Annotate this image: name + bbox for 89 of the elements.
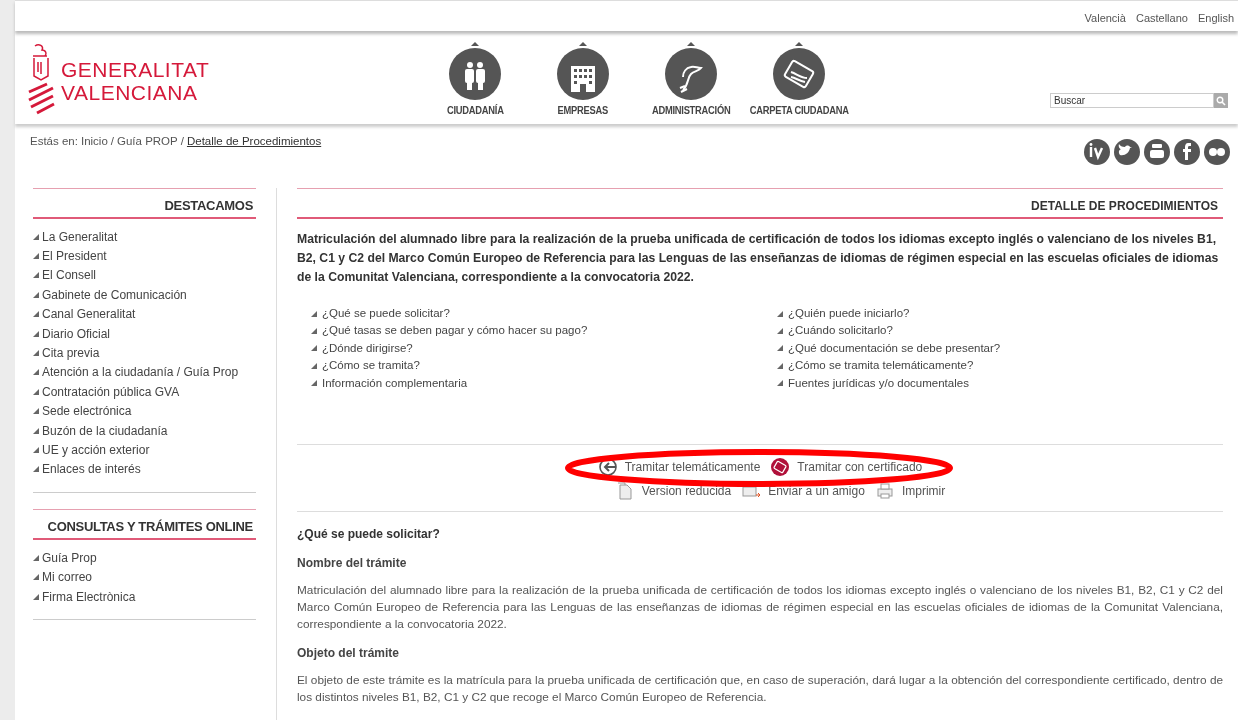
procedure-link[interactable]: ¿Qué tasas se deben pagar y cómo hacer su pago? xyxy=(322,322,588,340)
triangle-icon xyxy=(311,345,317,352)
procedure-link[interactable]: ¿Cómo se tramita? xyxy=(322,357,420,375)
procedure-link[interactable]: ¿Cuándo solicitarlo? xyxy=(788,322,893,340)
procedure-link[interactable]: ¿Qué documentación se debe presentar? xyxy=(788,339,1001,358)
triangle-icon xyxy=(33,291,39,298)
triangle-icon xyxy=(777,362,783,369)
nav-link[interactable]: ADMINISTRACIÓN xyxy=(641,40,741,119)
triangle-icon xyxy=(33,427,39,434)
subheading: Nombre del trámite xyxy=(297,554,408,572)
triangle-icon xyxy=(33,593,39,600)
triangle-icon xyxy=(33,466,39,473)
action-link[interactable]: Tramitar con certificado xyxy=(797,457,923,476)
breadcrumb-link[interactable]: Guía PROP xyxy=(117,133,178,149)
section-heading: DESTACAMOS xyxy=(33,188,256,219)
triangle-icon xyxy=(777,380,783,387)
sidebar-link[interactable]: La Generalitat xyxy=(42,227,118,246)
triangle-icon xyxy=(33,330,39,337)
procedure-link[interactable]: Información complementaria xyxy=(322,374,468,392)
print-icon xyxy=(874,480,895,501)
triangle-icon xyxy=(311,362,317,369)
section-heading: CONSULTAS Y TRÁMITES ONLINE xyxy=(33,509,256,541)
triangle-icon xyxy=(777,345,783,352)
section-icon xyxy=(557,40,609,100)
breadcrumb-separator: / xyxy=(110,134,114,149)
triangle-icon xyxy=(33,369,39,376)
action-link[interactable]: Imprimir xyxy=(901,481,946,500)
sidebar-link[interactable]: Diario Oficial xyxy=(42,324,110,343)
breadcrumb-label: Estás en: xyxy=(30,134,78,149)
triangle-icon xyxy=(33,233,39,240)
sidebar-link[interactable]: El President xyxy=(42,247,107,266)
logo-text: VALENCIANA xyxy=(61,81,199,104)
question-heading: ¿Qué se puede solicitar? xyxy=(297,525,441,543)
section-icon xyxy=(449,40,501,100)
section-icon xyxy=(665,40,717,100)
sidebar-link[interactable]: Sede electrónica xyxy=(42,402,132,421)
paragraph: Matriculación del alumnado libre para la realización de la prueba unificada de certificación de todos los idiomas excepto inglés o valenciano de los niveles B1, B2, C1 y C2 del Marco Común Europeo de Referencia para las Lenguas de las enseñanzas de idiomas de régimen especial en las escuelas oficiales de idiomas de la Comunitat Valenciana, correspondiente a la convocatoria 2022. xyxy=(297,581,1223,633)
sidebar-link[interactable]: Firma Electrònica xyxy=(42,587,136,606)
crest-icon xyxy=(27,42,55,116)
triangle-icon xyxy=(777,310,783,317)
logo-text: GENERALITAT xyxy=(61,58,210,81)
procedure-link[interactable]: ¿Qué se puede solicitar? xyxy=(322,305,450,323)
triangle-icon xyxy=(33,554,39,561)
triangle-icon xyxy=(33,272,39,279)
breadcrumb-link[interactable]: Detalle de Procedimientos xyxy=(186,133,322,149)
procedure-link[interactable]: ¿Quién puede iniciarlo? xyxy=(788,305,910,323)
nav-link[interactable]: CARPETA CIUDADANA xyxy=(749,40,849,119)
triangle-icon xyxy=(33,350,39,357)
triangle-icon xyxy=(33,447,39,453)
triangle-icon xyxy=(33,253,39,260)
triangle-icon xyxy=(777,328,783,335)
triangle-icon xyxy=(33,574,39,581)
sidebar-link[interactable]: Contratación pública GVA xyxy=(42,382,180,401)
nav-link[interactable]: CIUDADANÍA xyxy=(425,40,525,119)
subheading: Objeto del trámite xyxy=(297,644,401,662)
action-link[interactable]: Version reducida xyxy=(641,481,732,500)
nav-link[interactable]: EMPRESAS xyxy=(533,40,633,119)
certificate-icon xyxy=(770,456,791,477)
language-link[interactable]: English xyxy=(1197,9,1234,27)
language-link[interactable]: Castellano xyxy=(1135,9,1188,27)
procedure-link[interactable]: Fuentes jurídicas y/o documentales xyxy=(788,374,969,392)
sidebar-link[interactable]: UE y acción exterior xyxy=(42,441,150,459)
procedure-title: Matriculación del alumnado libre para la realización de la prueba unificada de certificación de todos los idiomas excepto inglés o valenciano de los niveles B1, B2, C1 y C2 del Marco Común Europeo de Referencia para las Lenguas de las enseñanzas de idiomas de régimen especial en las escuelas oficiales de idiomas de la Comunitat Valenciana, correspondiente a la convocatoria 2022. xyxy=(297,231,1220,286)
sidebar-link[interactable]: Canal Generalitat xyxy=(42,305,136,324)
language-link[interactable]: Valencià xyxy=(1084,9,1126,27)
paragraph: El objeto de este trámite es la matrícula para la prueba unificada de certificación que, en caso de superación, dará lugar a la obtención del correspondiente certificado, dentro de los distintos niveles B1, B2, C1 y C2 que recoge el Marco Común Europeo de Referencia. xyxy=(297,671,1223,706)
breadcrumb-link[interactable]: Inicio xyxy=(80,133,108,149)
sidebar-link[interactable]: Cita previa xyxy=(42,344,100,363)
breadcrumb-separator: / xyxy=(180,134,184,149)
sidebar-link[interactable]: Mi correo xyxy=(42,568,92,587)
triangle-icon xyxy=(33,388,39,395)
action-link[interactable]: Tramitar telemáticamente xyxy=(624,457,761,476)
action-link[interactable]: Enviar a un amigo xyxy=(768,481,865,500)
search-field[interactable]: Buscar xyxy=(1050,93,1214,108)
triangle-icon xyxy=(311,328,317,335)
sidebar-link[interactable]: Guía Prop xyxy=(42,548,97,567)
sidebar-link[interactable]: Gabinete de Comunicación xyxy=(42,285,187,304)
sidebar-link[interactable]: Enlaces de interés xyxy=(42,460,141,479)
triangle-icon xyxy=(33,311,39,318)
sidebar-link[interactable]: Atención a la ciudadanía / Guía Prop xyxy=(42,363,239,382)
triangle-icon xyxy=(311,380,317,387)
triangle-icon xyxy=(311,310,317,317)
section-icon xyxy=(773,40,825,100)
procedure-link[interactable]: ¿Cómo se tramita telemáticamente? xyxy=(788,357,974,375)
procedure-link[interactable]: ¿Dónde dirigirse? xyxy=(322,339,413,358)
triangle-icon xyxy=(33,408,39,415)
section-heading: DETALLE DE PROCEDIMIENTOS xyxy=(297,188,1223,219)
sidebar-link[interactable]: El Consell xyxy=(42,266,97,285)
sidebar-link[interactable]: Buzón de la ciudadanía xyxy=(42,421,168,440)
